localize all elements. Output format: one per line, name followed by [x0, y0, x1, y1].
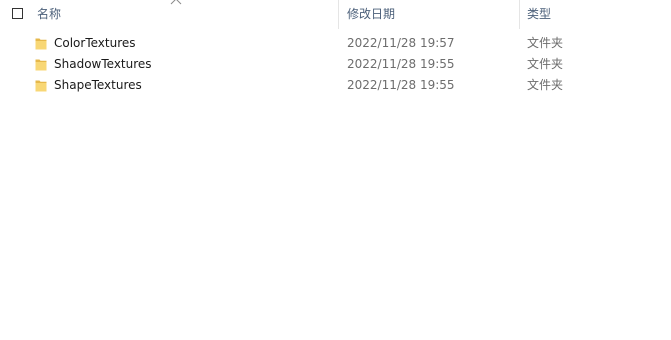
file-explorer-list-view: 名称 修改日期 类型 ColorTextures 2022/11/28 19:5… [0, 0, 671, 340]
column-header-name[interactable]: 名称 [28, 0, 338, 29]
file-row[interactable]: ShapeTextures 2022/11/28 19:55 文件夹 [0, 75, 671, 96]
folder-icon [35, 38, 47, 50]
file-list: ColorTextures 2022/11/28 19:57 文件夹 Shado… [0, 33, 671, 96]
file-type: 文件夹 [527, 78, 564, 92]
column-header-date-modified[interactable]: 修改日期 [339, 0, 519, 29]
file-type: 文件夹 [527, 57, 564, 71]
column-header-bar: 名称 修改日期 类型 [0, 0, 671, 29]
file-name: ColorTextures [54, 36, 136, 50]
file-type: 文件夹 [527, 36, 564, 50]
file-row[interactable]: ColorTextures 2022/11/28 19:57 文件夹 [0, 33, 671, 54]
file-date-modified: 2022/11/28 19:55 [347, 78, 455, 92]
file-row[interactable]: ShadowTextures 2022/11/28 19:55 文件夹 [0, 54, 671, 75]
select-all-checkbox[interactable] [12, 8, 23, 19]
file-date-modified: 2022/11/28 19:57 [347, 36, 455, 50]
file-date-modified: 2022/11/28 19:55 [347, 57, 455, 71]
folder-icon [35, 59, 47, 71]
column-header-type[interactable]: 类型 [520, 0, 670, 29]
file-name: ShadowTextures [54, 57, 152, 71]
file-name: ShapeTextures [54, 78, 142, 92]
folder-icon [35, 80, 47, 92]
